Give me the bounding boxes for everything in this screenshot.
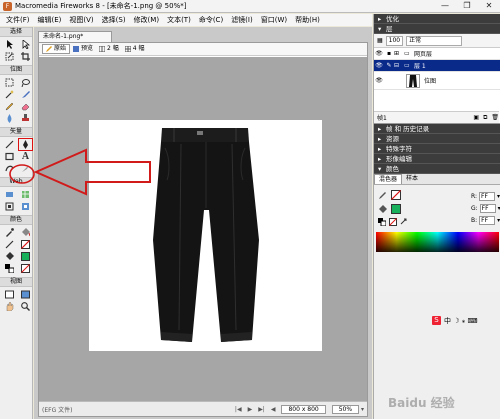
object-row-bitmap[interactable]: 👁 位图 [374, 72, 500, 90]
layers-panel-header[interactable]: ▾ 层 [374, 24, 500, 34]
assets-panel-title: 资源 [386, 135, 399, 143]
frames-panel-header[interactable]: ▸ 帧 和 历史记录 [374, 124, 500, 134]
new-layer-icon[interactable]: ▣ [473, 114, 479, 121]
ime-toolbar: S 中 ☽ ⁎ ⌨ [432, 315, 478, 326]
annotation-arrow [33, 148, 151, 196]
opacity-field[interactable]: 100 [385, 35, 404, 46]
optimize-panel-title: 优化 [386, 15, 399, 23]
layer-row-web[interactable]: 👁 ▪ ⊞ ▭ 网页层 [374, 48, 500, 60]
layers-footer: 帧1 ▣ ⧉ 🗑 [374, 111, 499, 123]
stroke-swatch[interactable] [391, 190, 401, 200]
lock-icon[interactable]: ▪ [384, 50, 394, 57]
frame-label: 帧1 [377, 115, 387, 122]
layers-panel-title: 层 [386, 25, 393, 33]
frames-panel-title: 帧 和 历史记录 [386, 125, 430, 133]
layers-panel: ▦ 100 正常 👁 ▪ ⊞ ▭ 网页层 👁 ✎ ⊟ ▭ 层 1 👁 位图 帧1 [374, 34, 500, 124]
layer-name-web: 网页层 [414, 51, 433, 58]
color-panel-title: 颜色 [386, 165, 399, 173]
g-label: G: [471, 205, 478, 212]
blend-mode-select[interactable]: 正常 [406, 35, 463, 46]
trash-icon[interactable]: 🗑 [491, 114, 499, 121]
pencil-icon [379, 191, 386, 199]
tab-swatches[interactable]: 样本 [402, 174, 422, 184]
assets-panel-header[interactable]: ▸ 资源 [374, 134, 500, 144]
color-spectrum[interactable] [376, 232, 499, 252]
image-edit-panel-header[interactable]: ▸ 形像编辑 [374, 154, 500, 164]
layers-toolbar: ▦ 100 正常 [374, 34, 500, 48]
color-tabs: 混色器 样本 [374, 174, 500, 185]
b-row: B: FF ▾ [471, 216, 500, 225]
color-panel-header[interactable]: ▾ 颜色 [374, 164, 500, 174]
fill-row [378, 204, 401, 214]
fill-bucket-icon [379, 204, 387, 213]
layer-row-1[interactable]: 👁 ✎ ⊟ ▭ 层 1 [374, 60, 500, 72]
opacity-icon: ▦ [377, 37, 383, 44]
fill-swatch[interactable] [391, 204, 401, 214]
collapse-icon[interactable]: ⊟ [394, 62, 404, 69]
default-colors-icon[interactable] [378, 218, 386, 226]
swap-colors-icon[interactable] [400, 218, 408, 226]
r-row: R: FF ▾ [471, 192, 500, 201]
ime-status[interactable]: 中 ☽ ⁎ ⌨ [444, 316, 478, 326]
no-color-icon[interactable] [389, 218, 397, 226]
stroke-row [378, 190, 401, 200]
pencil-icon: ✎ [386, 62, 392, 69]
eye-icon[interactable]: 👁 [374, 77, 384, 84]
g-input[interactable]: FF [479, 204, 496, 213]
watermark: Baidu 经验 [388, 396, 455, 410]
g-row: G: FF ▾ [471, 204, 500, 213]
highlight-circle [9, 164, 35, 184]
special-chars-panel-title: 特殊字符 [386, 145, 412, 153]
expand-icon[interactable]: ⊞ [394, 50, 404, 57]
r-input[interactable]: FF [479, 192, 496, 201]
bitmap-thumbnail [406, 73, 420, 88]
folder-icon: ▭ [404, 62, 410, 69]
object-name-bitmap: 位图 [424, 78, 437, 85]
folder-icon: ▭ [404, 50, 410, 57]
b-input[interactable]: FF [479, 216, 496, 225]
color-mixer-panel: 混色器 样本 R: FF ▾ G: FF ▾ B: FF ▾ [374, 174, 500, 292]
eye-icon[interactable]: 👁 [374, 50, 384, 57]
right-panels: ▸ 优化 ▾ 层 ▦ 100 正常 👁 ▪ ⊞ ▭ 网页层 👁 ✎ ⊟ ▭ 层 1 … [373, 14, 500, 419]
optimize-panel-header[interactable]: ▸ 优化 [374, 14, 500, 24]
b-label: B: [471, 217, 478, 224]
eye-icon[interactable]: 👁 [374, 62, 384, 69]
tab-mixer[interactable]: 混色器 [374, 174, 403, 184]
color-mode-icons [378, 218, 408, 226]
sogou-icon[interactable]: S [432, 316, 441, 325]
layer-name-1: 层 1 [414, 63, 426, 70]
r-label: R: [471, 193, 478, 200]
special-chars-panel-header[interactable]: ▸ 特殊字符 [374, 144, 500, 154]
image-edit-panel-title: 形像编辑 [386, 155, 412, 163]
duplicate-icon[interactable]: ⧉ [483, 114, 487, 122]
